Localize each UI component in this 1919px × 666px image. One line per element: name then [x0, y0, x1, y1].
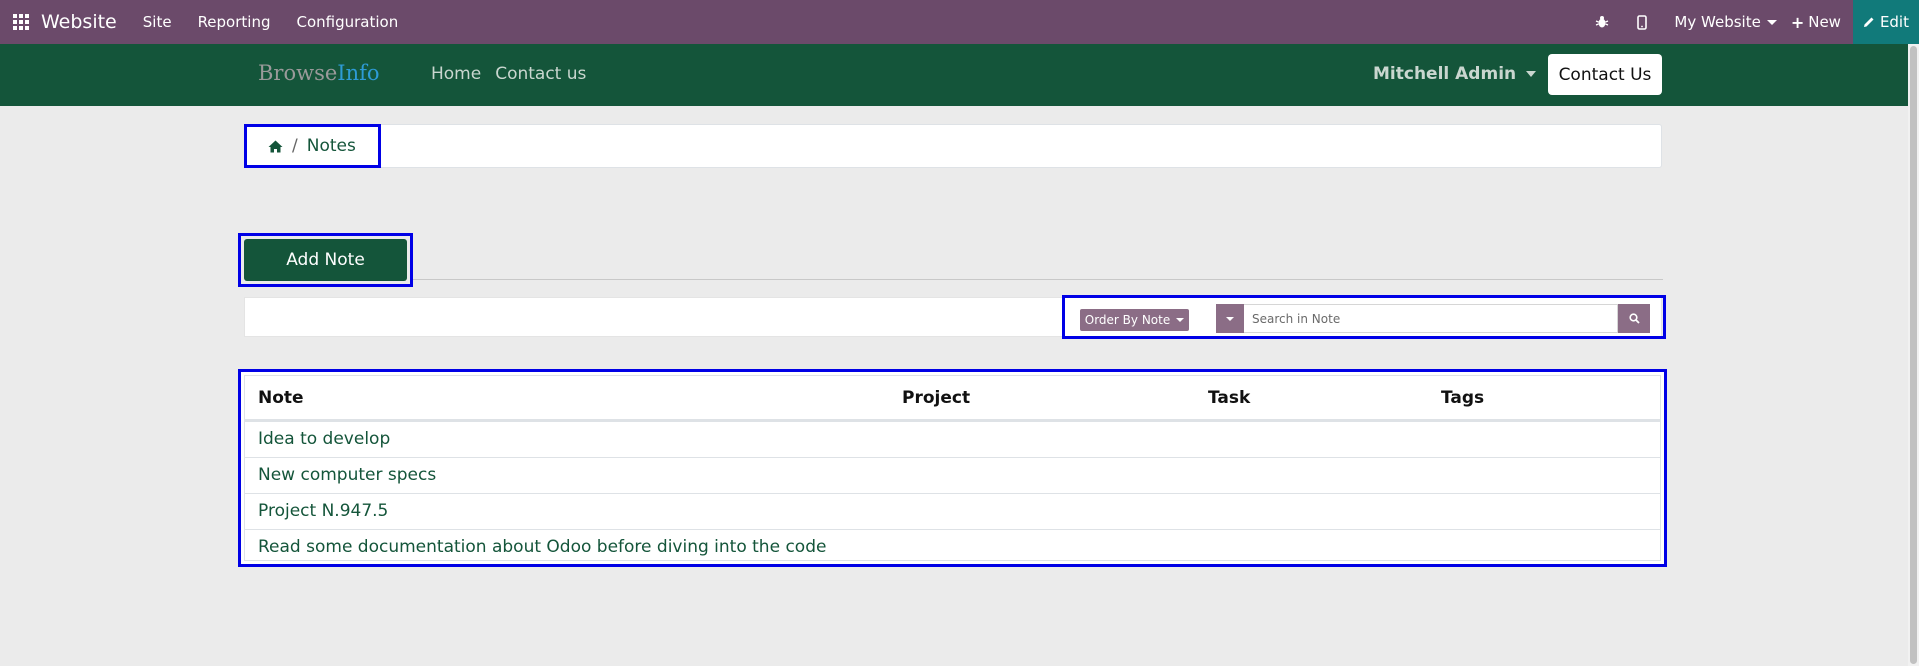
note-link[interactable]: New computer specs	[258, 465, 436, 485]
note-link[interactable]: Read some documentation about Odoo befor…	[258, 537, 826, 557]
top-menu: Site Reporting Configuration	[143, 13, 398, 31]
order-by-dropdown[interactable]: Order By Note	[1080, 309, 1189, 331]
column-header-tags: Tags	[1441, 388, 1485, 408]
menu-configuration[interactable]: Configuration	[296, 13, 398, 31]
chevron-down-icon	[1176, 318, 1185, 322]
note-link[interactable]: Idea to develop	[258, 429, 390, 449]
app-title[interactable]: Website	[41, 11, 117, 33]
menu-site[interactable]: Site	[143, 13, 172, 31]
site-logo[interactable]: BrowseInfo	[258, 61, 380, 85]
column-header-note: Note	[258, 388, 304, 408]
table-header: Note Project Task Tags	[245, 376, 1660, 421]
chevron-down-icon	[1766, 19, 1777, 25]
odoo-top-bar: Website Site Reporting Configuration My …	[0, 0, 1919, 44]
add-note-button[interactable]: Add Note	[244, 239, 407, 281]
search-input[interactable]	[1244, 304, 1618, 333]
nav-contact-us[interactable]: Contact us	[495, 64, 586, 84]
website-selector-label: My Website	[1674, 13, 1761, 31]
menu-reporting[interactable]: Reporting	[198, 13, 271, 31]
apps-menu-icon[interactable]	[13, 14, 29, 30]
pencil-icon	[1863, 17, 1874, 27]
mobile-preview-icon[interactable]	[1634, 14, 1650, 30]
order-by-label: Order By Note	[1084, 313, 1171, 327]
breadcrumb-separator: /	[292, 136, 298, 156]
new-button-label: New	[1808, 13, 1841, 31]
table-row[interactable]: New computer specs	[245, 457, 1660, 493]
nav-home[interactable]: Home	[431, 64, 481, 84]
top-right-actions: My Website + New Edit	[1594, 0, 1919, 44]
table-row[interactable]: Idea to develop	[245, 421, 1660, 457]
section-divider	[413, 279, 1663, 280]
user-menu[interactable]: Mitchell Admin	[1373, 64, 1537, 84]
scrollbar-thumb[interactable]	[1910, 46, 1917, 664]
table-row[interactable]: Read some documentation about Odoo befor…	[245, 529, 1660, 565]
breadcrumb-current: Notes	[306, 136, 356, 156]
notes-table-wrapper: Note Project Task Tags Idea to develop N…	[238, 369, 1667, 567]
new-button[interactable]: + New	[1791, 13, 1841, 32]
search-toolbar: Order By Note	[1062, 295, 1666, 339]
search-filter-dropdown[interactable]	[1216, 304, 1244, 333]
column-header-project: Project	[902, 388, 971, 408]
plus-icon: +	[1790, 12, 1805, 32]
website-header: BrowseInfo Home Contact us Mitchell Admi…	[0, 44, 1908, 106]
site-nav: Home Contact us	[431, 64, 586, 84]
breadcrumb: / Notes	[244, 124, 381, 168]
vertical-scrollbar[interactable]	[1908, 44, 1919, 666]
home-icon[interactable]	[268, 140, 283, 153]
table-row[interactable]: Project N.947.5	[245, 493, 1660, 529]
edit-button-label: Edit	[1879, 13, 1909, 31]
user-name: Mitchell Admin	[1373, 64, 1517, 84]
contact-us-button[interactable]: Contact Us	[1548, 54, 1662, 95]
breadcrumb-container	[244, 124, 1662, 168]
chevron-down-icon	[1226, 316, 1234, 321]
website-selector[interactable]: My Website	[1674, 13, 1777, 31]
notes-table: Note Project Task Tags Idea to develop N…	[244, 375, 1661, 561]
edit-button[interactable]: Edit	[1852, 0, 1919, 44]
chevron-down-icon	[1526, 71, 1537, 77]
debug-bug-icon[interactable]	[1594, 14, 1610, 30]
search-button[interactable]	[1618, 304, 1650, 333]
add-note-wrapper: Add Note	[238, 233, 413, 287]
column-header-task: Task	[1208, 388, 1251, 408]
note-link[interactable]: Project N.947.5	[258, 501, 388, 521]
search-icon	[1628, 313, 1640, 324]
